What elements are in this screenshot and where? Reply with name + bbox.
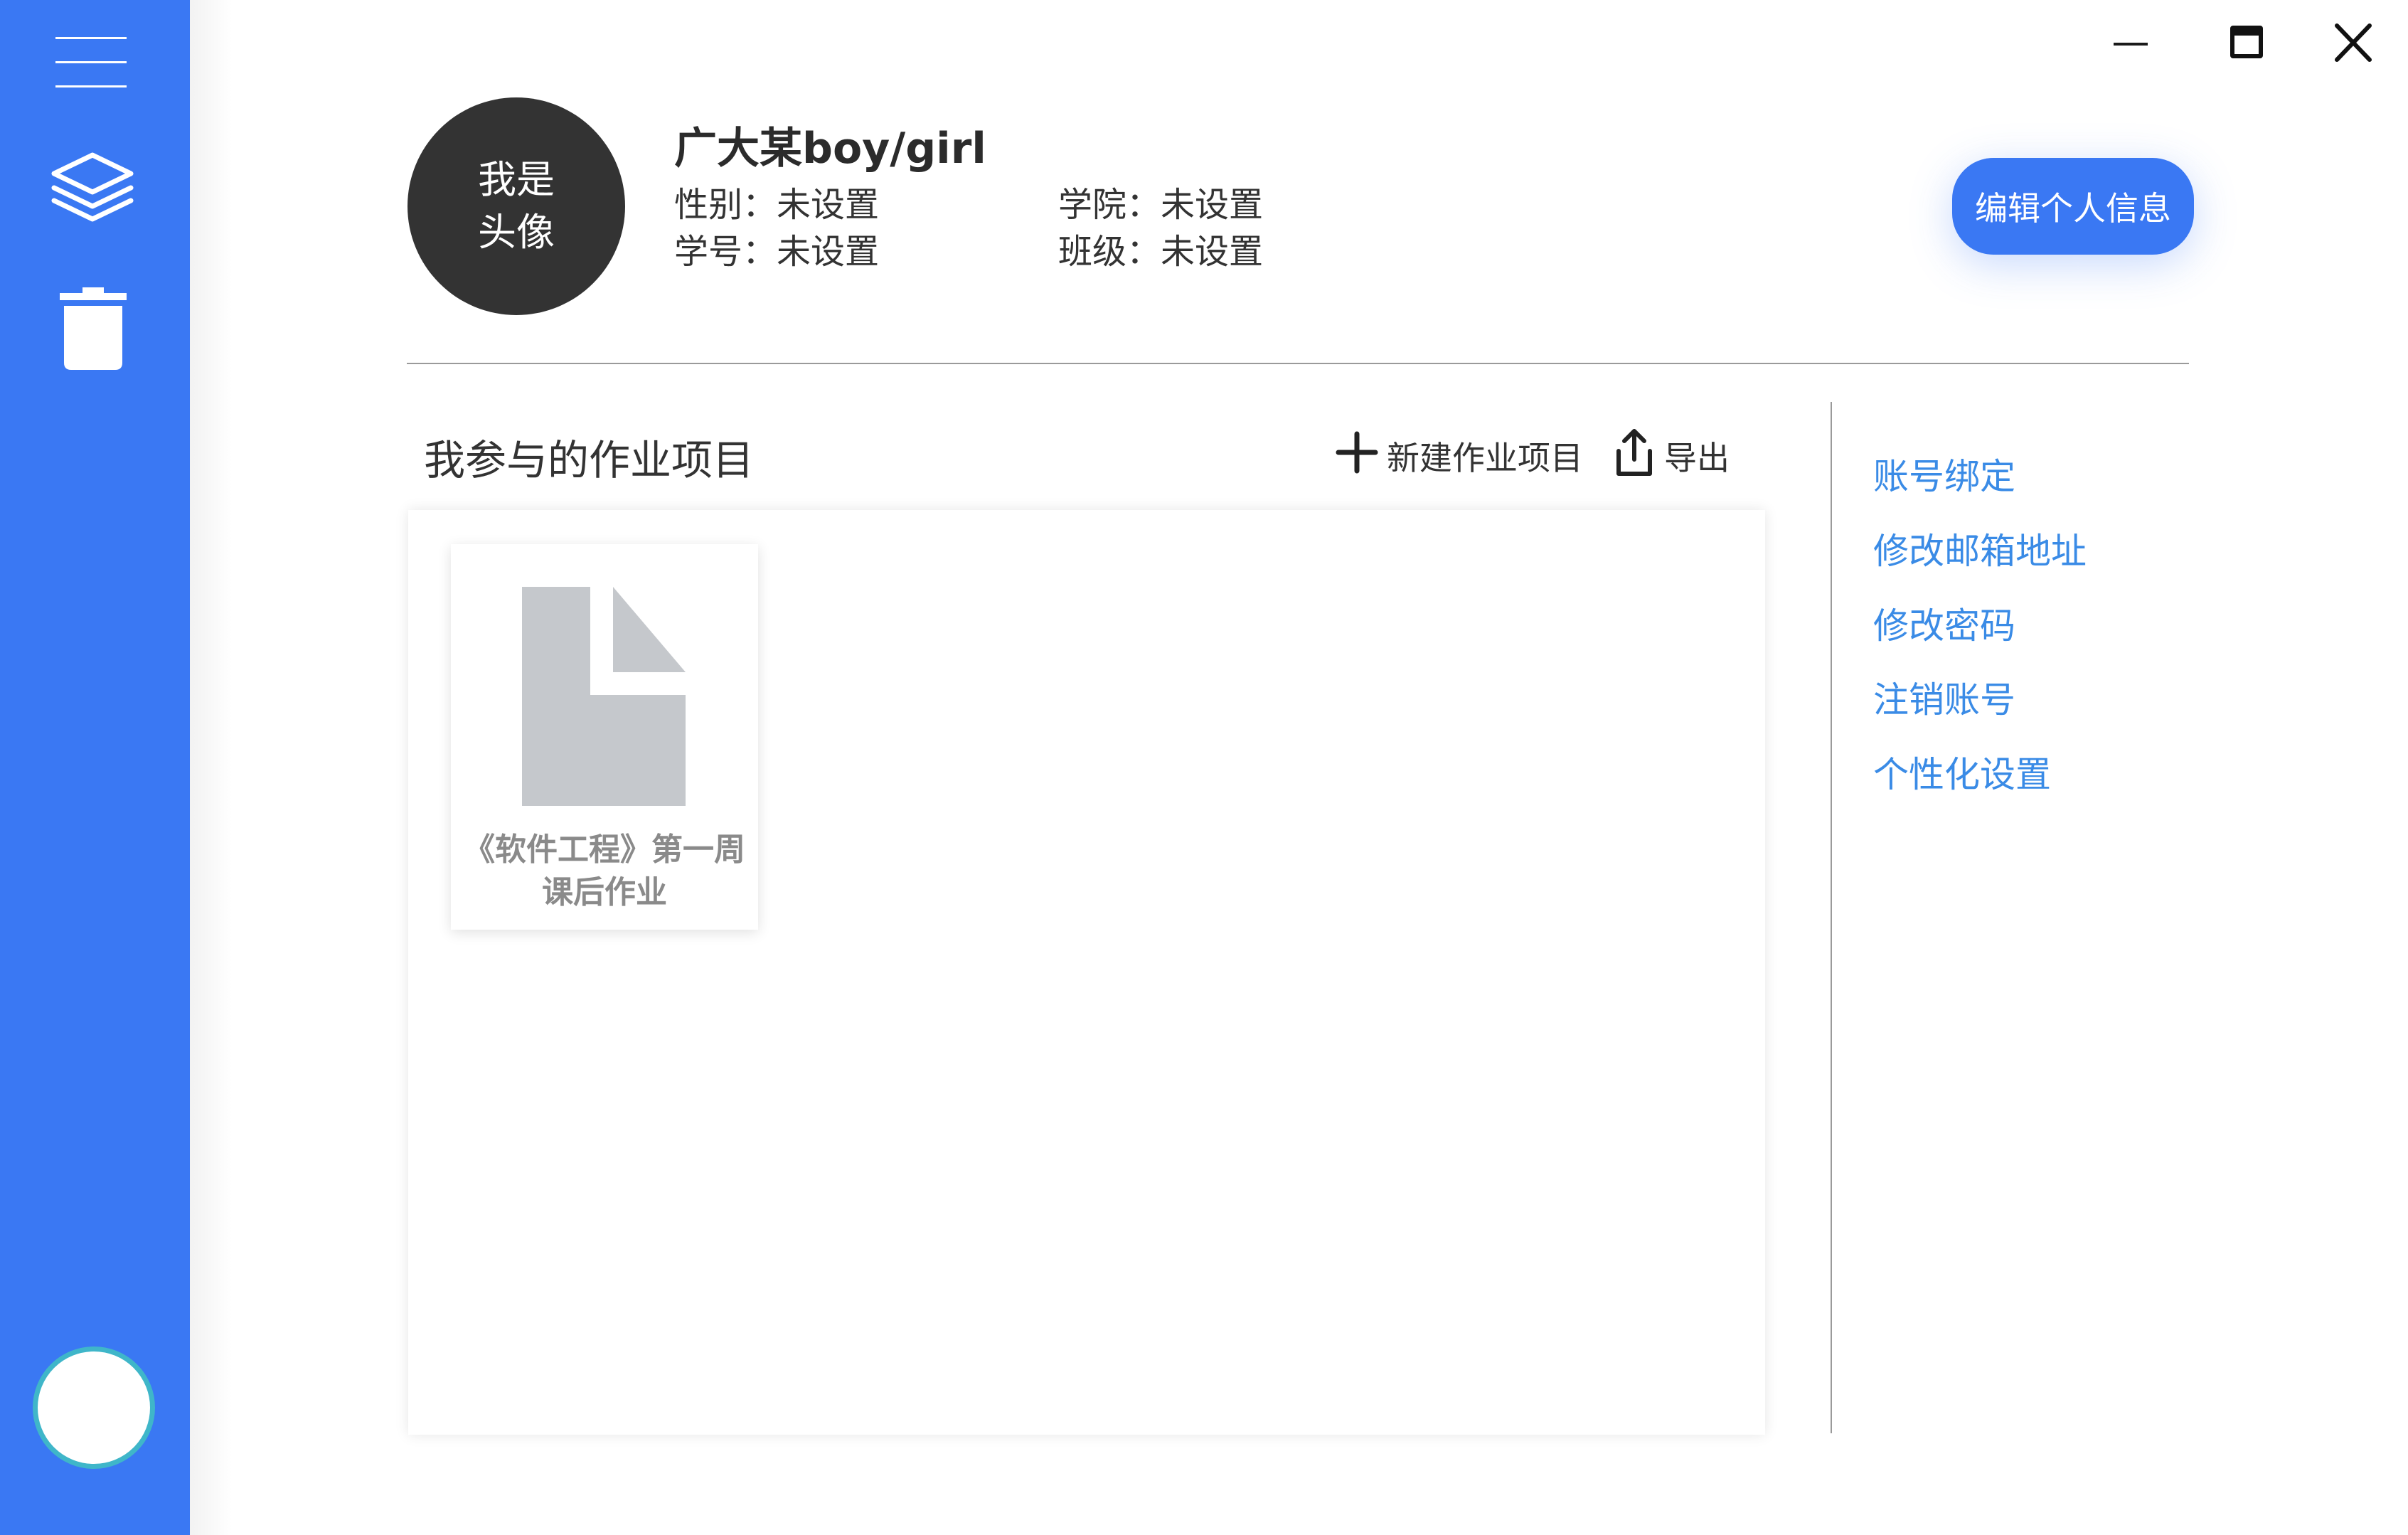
project-card[interactable]: 《软件工程》第一周 课后作业 — [451, 544, 758, 930]
change-email-link[interactable]: 修改邮箱地址 — [1873, 523, 2087, 574]
close-icon[interactable] — [2328, 20, 2378, 65]
user-name: 广大某boy/girl — [674, 124, 986, 174]
delete-account-link[interactable]: 注销账号 — [1873, 671, 2015, 723]
sidebar — [0, 0, 190, 1535]
layers-icon[interactable] — [48, 151, 137, 222]
change-password-link[interactable]: 修改密码 — [1873, 597, 2015, 649]
project-title-text: 《软件工程》第一周 课后作业 — [464, 832, 745, 910]
personalization-link[interactable]: 个性化设置 — [1873, 746, 2051, 797]
account-binding-link[interactable]: 账号绑定 — [1873, 448, 2015, 499]
hamburger-menu-icon[interactable] — [55, 37, 127, 88]
export-label: 导出 — [1664, 439, 1730, 477]
edit-profile-button[interactable]: 编辑个人信息 — [1952, 158, 2194, 255]
college-field: 学院：未设置 — [1058, 185, 1264, 225]
class-field: 班级：未设置 — [1058, 232, 1264, 272]
export-button[interactable]: 导出 — [1611, 428, 1730, 482]
new-project-label: 新建作业项目 — [1387, 439, 1583, 477]
user-circle-icon[interactable] — [33, 1347, 155, 1469]
projects-panel: 《软件工程》第一周 课后作业 — [408, 510, 1765, 1435]
minimize-icon[interactable] — [2104, 20, 2153, 65]
document-icon — [522, 587, 686, 809]
student-id-field: 学号：未设置 — [674, 232, 880, 272]
plus-icon — [1334, 430, 1380, 483]
app-window: 我是 头像 广大某boy/girl 性别：未设置 学号：未设置 学院：未设置 班… — [0, 0, 2408, 1535]
panel-shadow — [190, 0, 233, 1535]
section-title: 我参与的作业项目 — [424, 436, 755, 484]
gender-field: 性别：未设置 — [674, 185, 880, 225]
vertical-divider — [1831, 402, 1832, 1433]
header-divider — [407, 363, 2189, 364]
new-project-button[interactable]: 新建作业项目 — [1334, 430, 1583, 482]
upload-icon — [1611, 427, 1657, 486]
trash-icon[interactable] — [60, 287, 127, 370]
avatar[interactable]: 我是 头像 — [407, 97, 625, 315]
maximize-icon[interactable] — [2222, 20, 2271, 65]
project-title: 《软件工程》第一周 课后作业 — [451, 829, 758, 914]
